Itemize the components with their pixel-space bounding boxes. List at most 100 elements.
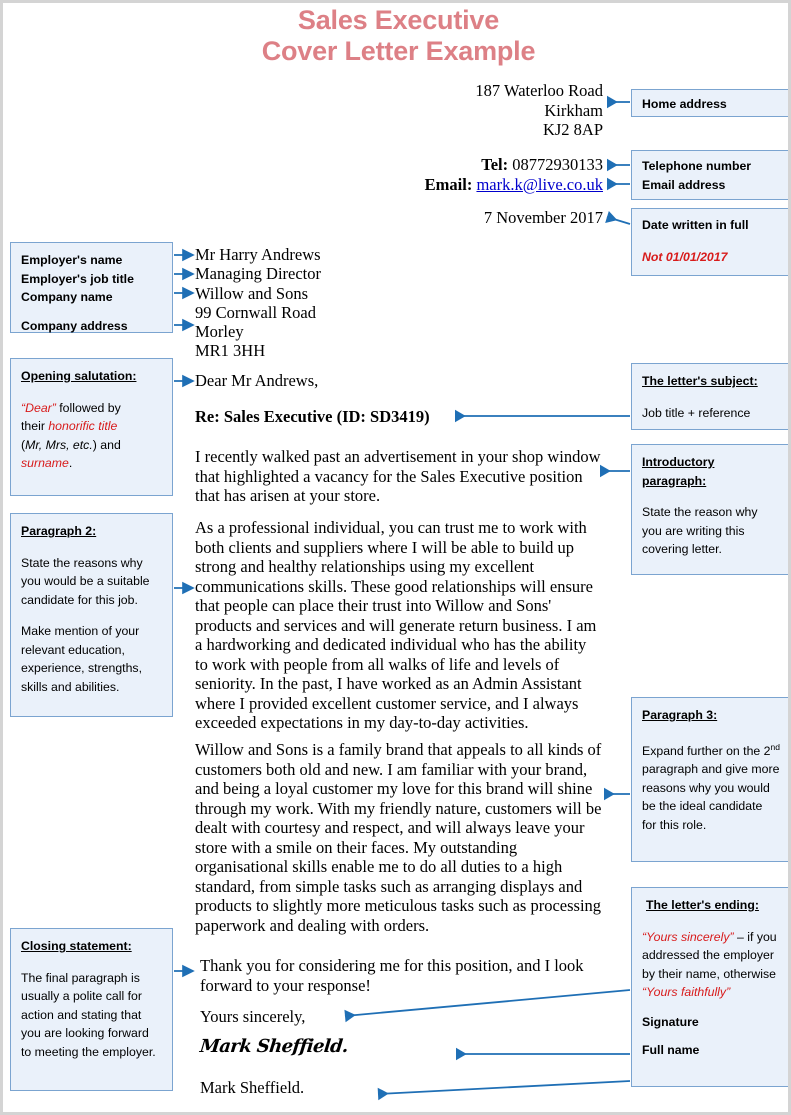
recipient-name: Mr Harry Andrews	[195, 245, 321, 264]
note-paragraph3-body: Expand further on the 2nd paragraph and …	[642, 738, 780, 835]
page-title-line1: Sales Executive	[297, 5, 500, 35]
note-intro-heading-line2: paragraph:	[642, 473, 707, 488]
recipient-job-title: Managing Director	[195, 264, 321, 284]
note-paragraph2-body1: State the reasons why you would be a sui…	[21, 555, 150, 607]
sender-postcode: KJ2 8AP	[542, 120, 603, 139]
note-paragraph3-body-pre: Expand further on the 2	[642, 743, 771, 758]
note-home-address-label: Home address	[642, 97, 727, 111]
note-paragraph3-heading: Paragraph 3:	[642, 708, 718, 722]
note-home-address: Home address	[631, 89, 788, 117]
note-employer: Employer's name Employer's job title Com…	[10, 242, 173, 333]
recipient-company: Willow and Sons	[195, 283, 309, 303]
note-salutation-body3: (Mr, Mrs, etc.) and	[21, 436, 162, 455]
letter-paragraph-intro: I recently walked past an advertisement …	[195, 447, 601, 505]
note-company-address: Company address	[21, 318, 128, 333]
letter-date: 7 November 2017	[483, 208, 603, 227]
note-salutation-part6: Mr, Mrs, etc.	[25, 437, 93, 452]
note-salutation-part2: followed by	[55, 400, 121, 415]
letter-paragraph-two: As a professional individual, you can tr…	[195, 518, 597, 732]
note-salutation: Opening salutation: “Dear” followed by t…	[10, 358, 173, 496]
note-employer-name: Employer's name	[21, 253, 123, 267]
recipient-address-line2: Morley	[195, 322, 244, 342]
note-paragraph3: Paragraph 3: Expand further on the 2nd p…	[631, 697, 788, 862]
letter-sign-off: Yours sincerely,	[200, 1007, 306, 1026]
cover-letter-example-page: Sales Executive Cover Letter Example 187…	[0, 0, 791, 1115]
recipient-address-block: Mr Harry Andrews Managing Director Willo…	[195, 245, 495, 361]
recipient-postcode: MR1 3HH	[195, 341, 266, 361]
note-employer-job-title: Employer's job title	[21, 271, 134, 286]
note-subject: The letter's subject: Job title + refere…	[631, 363, 788, 430]
note-date: Date written in full Not 01/01/2017	[631, 208, 788, 276]
note-paragraph2-body2: Make mention of your relevant education,…	[21, 624, 142, 694]
letter-salutation: Dear Mr Andrews,	[195, 371, 319, 390]
note-paragraph3-body-post: paragraph and give more reasons why you …	[642, 762, 780, 832]
note-intro-heading-line1: Introductory	[642, 455, 715, 469]
note-ending-quote2: “Yours faithfully”	[642, 985, 731, 999]
note-paragraph2-heading: Paragraph 2:	[21, 524, 97, 538]
letter-paragraph-three: Willow and Sons is a family brand that a…	[195, 740, 602, 935]
note-paragraph2: Paragraph 2: State the reasons why you w…	[10, 513, 173, 717]
email-label: Email:	[424, 174, 473, 194]
note-salutation-body4: surname.	[21, 454, 162, 473]
note-date-warning: Not 01/01/2017	[642, 249, 728, 264]
note-email-label: Email address	[642, 177, 726, 192]
note-salutation-part7: ) and	[92, 437, 121, 452]
letter-subject-line: Re: Sales Executive (ID: SD3419)	[195, 407, 430, 426]
note-closing-statement: Closing statement: The final paragraph i…	[10, 928, 173, 1091]
note-ending-body: “Yours sincerely” – if you addressed the…	[642, 928, 780, 984]
note-salutation-part8: surname	[21, 456, 69, 470]
letter-full-name: Mark Sheffield.	[200, 1078, 305, 1097]
sender-town: Kirkham	[544, 100, 603, 120]
note-salutation-body: “Dear” followed by	[21, 399, 162, 418]
page-title-line2: Cover Letter Example	[261, 36, 536, 66]
note-closing-heading: Closing statement:	[21, 939, 132, 953]
note-company-name: Company name	[21, 290, 113, 305]
handwritten-signature: Mark Sheffield.	[198, 1036, 349, 1057]
note-ending-quote1: “Yours sincerely”	[642, 929, 734, 944]
note-subject-heading: The letter's subject:	[642, 374, 758, 388]
email-line: Email: mark.k@live.co.uk	[303, 175, 603, 195]
note-ending: The letter's ending: “Yours sincerely” –…	[631, 887, 788, 1087]
note-salutation-part3: their	[21, 419, 49, 433]
email-link[interactable]: mark.k@live.co.uk	[476, 175, 603, 194]
note-salutation-body2: their honorific title	[21, 417, 162, 436]
page-title: Sales Executive Cover Letter Example	[3, 5, 788, 67]
note-ending-heading: The letter's ending:	[646, 898, 759, 912]
note-ending-quote2-line: “Yours faithfully”	[642, 983, 780, 1002]
sender-street: 187 Waterloo Road	[475, 81, 603, 100]
note-contact: Telephone number Email address	[631, 150, 788, 200]
note-fullname-label: Full name	[642, 1043, 700, 1057]
note-salutation-part9: .	[68, 456, 73, 470]
arrow-date	[605, 210, 631, 225]
note-signature-label: Signature	[642, 1014, 699, 1029]
note-paragraph3-ordinal-suffix: nd	[770, 741, 780, 752]
note-closing-body: The final paragraph is usually a polite …	[21, 970, 156, 1059]
note-intro-body: State the reason why you are writing thi…	[642, 505, 758, 556]
note-salutation-part4: honorific title	[48, 419, 118, 433]
telephone-line: Tel: 08772930133	[303, 155, 603, 175]
note-intro: Introductory paragraph: State the reason…	[631, 444, 788, 575]
note-date-heading: Date written in full	[642, 218, 749, 232]
letter-paragraph-closing: Thank you for considering me for this po…	[200, 956, 584, 995]
telephone-label: Tel:	[481, 155, 509, 174]
note-telephone-label: Telephone number	[642, 159, 752, 173]
sender-contact-block: Tel: 08772930133 Email: mark.k@live.co.u…	[303, 155, 603, 194]
note-salutation-heading: Opening salutation:	[21, 369, 137, 383]
note-salutation-part1: “Dear”	[21, 400, 56, 415]
telephone-value: 08772930133	[512, 155, 603, 174]
note-subject-body: Job title + reference	[642, 405, 751, 420]
sender-address-block: 187 Waterloo Road Kirkham KJ2 8AP	[333, 81, 603, 140]
recipient-address-line1: 99 Cornwall Road	[195, 302, 316, 322]
